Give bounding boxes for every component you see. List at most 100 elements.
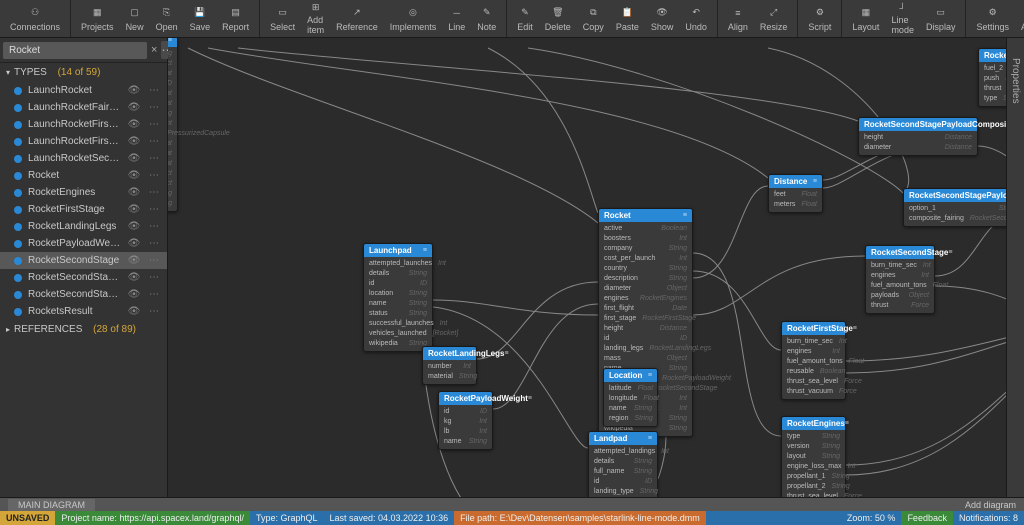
node-rocketsecondstagepayloadcompositefairing[interactable]: RocketSecondStagePayloadCompositeFairing… (858, 117, 978, 156)
item-menu-icon[interactable]: ⋯ (147, 136, 161, 147)
drag-handle-icon[interactable]: ≡ (683, 212, 687, 219)
node-field[interactable]: boostersInt (599, 234, 692, 244)
node-field[interactable]: idID (364, 279, 432, 289)
types-header[interactable]: ▾ TYPES (14 of 59) (0, 63, 167, 82)
visibility-icon[interactable]: 👁 (127, 153, 141, 164)
node-field[interactable]: longitudeFloat (604, 394, 657, 404)
node-field[interactable]: return_payload_massFloat (168, 139, 177, 149)
toolbar-align[interactable]: ≡Align (722, 0, 754, 37)
toolbar-line-mode[interactable]: ┘Line mode (885, 0, 920, 37)
node-field[interactable]: first_stageRocketFirstStage (599, 314, 692, 324)
toolbar-implements[interactable]: ◎Implements (384, 0, 443, 37)
node-field[interactable]: heightDistance (859, 133, 977, 143)
toolbar-connections[interactable]: ⚇Connections (4, 0, 66, 37)
node-launchrocket[interactable]: LaunchRocket≡first_flightStringheat_shie… (168, 38, 178, 212)
node-field[interactable]: countryString (599, 264, 692, 274)
node-title[interactable]: Rocket≡ (599, 209, 692, 222)
node-rocketsecondstagepayloads[interactable]: RocketSecondStagePayloads≡option_1String… (903, 188, 1006, 227)
node-field[interactable]: fuel_amount_tonsFloat (782, 357, 845, 367)
toolbar-report[interactable]: ▤Report (216, 0, 255, 37)
node-title[interactable]: RocketEngines≡ (782, 417, 845, 430)
item-menu-icon[interactable]: ⋯ (147, 272, 161, 283)
node-launchpad[interactable]: Launchpad≡attempted_launchesIntdetailsSt… (363, 243, 433, 352)
node-field[interactable]: versionString (782, 442, 845, 452)
add-diagram-button[interactable]: Add diagram (965, 500, 1016, 510)
toolbar-display[interactable]: ▭Display (920, 0, 962, 37)
item-menu-icon[interactable]: ⋯ (147, 85, 161, 96)
node-field[interactable]: full_nameString (589, 467, 657, 477)
node-field[interactable]: landing_typeString (589, 487, 657, 497)
node-rocketsecondstage[interactable]: RocketSecondStage≡burn_time_secIntengine… (865, 245, 935, 314)
visibility-icon[interactable]: 👁 (127, 272, 141, 283)
status-notifications[interactable]: Notifications: 8 (953, 511, 1024, 525)
toolbar-note[interactable]: ✎Note (471, 0, 502, 37)
node-field[interactable]: nameString (364, 299, 432, 309)
node-field[interactable]: successful_launchesInt (364, 319, 432, 329)
properties-panel[interactable]: Properties (1006, 38, 1024, 497)
item-menu-icon[interactable]: ⋯ (147, 153, 161, 164)
drag-handle-icon[interactable]: ≡ (948, 249, 952, 256)
node-title[interactable]: RocketPayloadWeight≡ (439, 392, 492, 405)
node-field[interactable]: pressurized_capsuleDragonPressurizedCaps… (168, 129, 177, 139)
status-feedback[interactable]: Feedback (901, 511, 953, 525)
node-field[interactable]: propellant_1String (782, 472, 845, 482)
node-field[interactable]: nameString (604, 404, 657, 414)
node-title[interactable]: RocketSecondStage≡ (866, 246, 934, 259)
node-field[interactable]: first_flightString (168, 49, 177, 59)
node-field[interactable]: diameterDistance (859, 143, 977, 153)
node-field[interactable]: locationString (364, 289, 432, 299)
node-field[interactable]: cost_per_launchInt (599, 254, 692, 264)
node-field[interactable]: launch_payload_volFloat (168, 99, 177, 109)
node-field[interactable]: massObject (599, 354, 692, 364)
node-field[interactable]: thrustersObject (168, 169, 177, 179)
sidebar-item-launchrocket[interactable]: LaunchRocket👁⋯ (0, 82, 167, 99)
visibility-icon[interactable]: 👁 (127, 204, 141, 215)
node-title[interactable]: Location≡ (604, 369, 657, 382)
item-menu-icon[interactable]: ⋯ (147, 170, 161, 181)
node-field[interactable]: thrustForce (979, 84, 1006, 94)
clear-search-icon[interactable]: × (151, 44, 157, 56)
node-field[interactable]: thrust_sea_levelForce (782, 377, 845, 387)
node-field[interactable]: landing_legsRocketLandingLegs (599, 344, 692, 354)
node-field[interactable]: descriptionString (599, 274, 692, 284)
visibility-icon[interactable]: 👁 (127, 221, 141, 232)
node-field[interactable]: heat_shieldObject (168, 59, 177, 69)
tab-main-diagram[interactable]: MAIN DIAGRAM (8, 499, 95, 511)
drag-handle-icon[interactable]: ≡ (813, 178, 817, 185)
node-field[interactable]: fuel_2String (979, 64, 1006, 74)
item-menu-icon[interactable]: ⋯ (147, 289, 161, 300)
item-menu-icon[interactable]: ⋯ (147, 187, 161, 198)
node-field[interactable]: statusString (364, 309, 432, 319)
node-field[interactable]: option_1String (904, 204, 1006, 214)
toolbar-paste[interactable]: 📋Paste (610, 0, 645, 37)
sidebar-item-rocketsresult[interactable]: RocketsResult👁⋯ (0, 303, 167, 320)
node-field[interactable]: diameterObject (599, 284, 692, 294)
node-field[interactable]: heightDistance (599, 324, 692, 334)
node-title[interactable]: RocketSecondStagePayloadCompositeFairing… (859, 118, 977, 131)
node-field[interactable]: typeString (168, 189, 177, 199)
drag-handle-icon[interactable]: ≡ (504, 350, 508, 357)
node-location[interactable]: Location≡latitudeFloatlongitudeFloatname… (603, 368, 658, 427)
visibility-icon[interactable]: 👁 (127, 187, 141, 198)
node-field[interactable]: idID (589, 477, 657, 487)
node-field[interactable]: vehicles_launched[Rocket] (364, 329, 432, 339)
drag-handle-icon[interactable]: ≡ (648, 435, 652, 442)
node-field[interactable]: thrust_sea_levelForce (782, 492, 845, 497)
toolbar-save[interactable]: 💾Save (184, 0, 217, 37)
node-field[interactable]: pushInt (979, 74, 1006, 84)
node-field[interactable]: lbInt (439, 427, 492, 437)
visibility-icon[interactable]: 👁 (127, 102, 141, 113)
node-field[interactable]: payloadsObject (866, 291, 934, 301)
sidebar-item-rocketpayloadweight[interactable]: RocketPayloadWeight👁⋯ (0, 235, 167, 252)
node-field[interactable]: burn_time_secInt (782, 337, 845, 347)
toolbar-undo[interactable]: ↶Undo (679, 0, 713, 37)
item-menu-icon[interactable]: ⋯ (147, 255, 161, 266)
node-field[interactable]: materialString (423, 372, 476, 382)
visibility-icon[interactable]: 👁 (127, 85, 141, 96)
toolbar-reference[interactable]: ↗Reference (330, 0, 384, 37)
node-field[interactable]: launch_payload_massFloat (168, 89, 177, 99)
toolbar-settings[interactable]: ⚙Settings (970, 0, 1015, 37)
visibility-icon[interactable]: 👁 (127, 170, 141, 181)
sidebar-item-rocket[interactable]: Rocket👁⋯ (0, 167, 167, 184)
node-title[interactable]: Launchpad≡ (364, 244, 432, 257)
